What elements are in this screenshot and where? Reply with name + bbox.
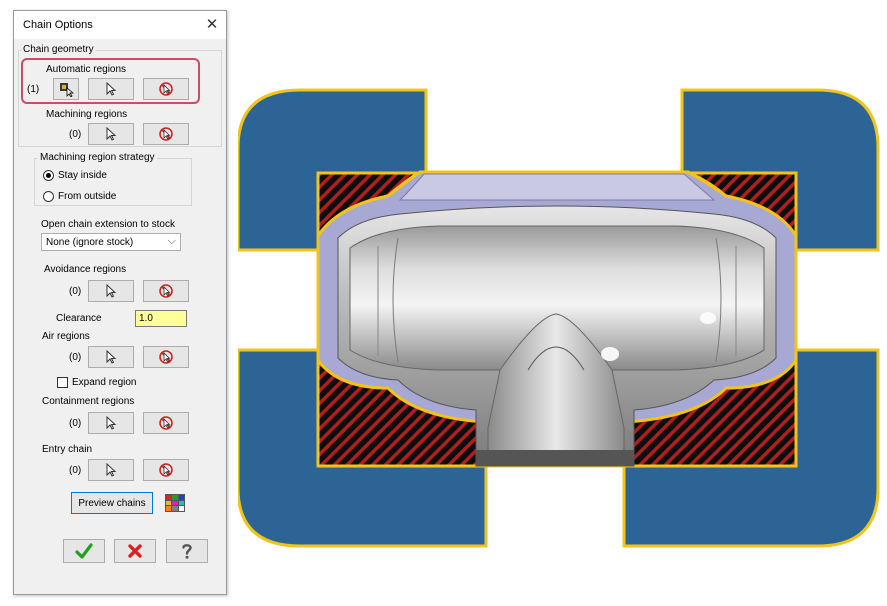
dialog-titlebar[interactable]: Chain Options ✕ [14, 11, 226, 39]
stay-inside-radio[interactable] [43, 170, 54, 181]
automatic-regions-select-button[interactable] [88, 78, 134, 100]
chain-options-dialog: Chain Options ✕ Chain geometry Automatic… [13, 10, 227, 595]
machining-regions-clear-button[interactable] [143, 123, 189, 145]
stay-inside-label: Stay inside [58, 170, 107, 181]
avoidance-regions-select-button[interactable] [88, 280, 134, 302]
color-grid-icon[interactable] [165, 494, 185, 512]
preview-chains-button[interactable]: Preview chains [71, 492, 153, 514]
arrow-select-icon [106, 350, 117, 364]
arrow-select-icon [106, 284, 117, 298]
automatic-regions-clear-button[interactable] [143, 78, 189, 100]
arrow-select-icon [106, 127, 117, 141]
clear-selection-icon [159, 463, 173, 477]
air-regions-clear-button[interactable] [143, 346, 189, 368]
containment-regions-count: (0) [69, 418, 82, 429]
from-outside-label: From outside [58, 191, 117, 202]
entry-chain-label: Entry chain [42, 444, 93, 455]
open-chain-extension-select[interactable]: None (ignore stock) ⌵ [41, 233, 181, 251]
dialog-title: Chain Options [23, 19, 93, 31]
machining-regions-count: (0) [69, 129, 82, 140]
air-regions-count: (0) [69, 352, 82, 363]
question-mark-icon [182, 544, 192, 559]
clear-selection-icon [159, 82, 173, 96]
entry-chain-clear-button[interactable] [143, 459, 189, 481]
air-regions-select-button[interactable] [88, 346, 134, 368]
machining-regions-select-button[interactable] [88, 123, 134, 145]
open-chain-extension-value: None (ignore stock) [46, 237, 134, 248]
arrow-select-icon [106, 416, 117, 430]
clearance-label: Clearance [56, 313, 102, 324]
machining-regions-label: Machining regions [46, 109, 128, 120]
containment-regions-label: Containment regions [42, 396, 135, 407]
automatic-regions-count: (1) [27, 84, 40, 95]
help-button[interactable] [166, 539, 208, 563]
automatic-regions-label: Automatic regions [46, 64, 127, 75]
expand-region-label: Expand region [72, 377, 137, 388]
cad-viewport[interactable] [236, 88, 880, 550]
clear-selection-icon [159, 416, 173, 430]
from-outside-radio[interactable] [43, 191, 54, 202]
avoidance-regions-count: (0) [69, 286, 82, 297]
clear-selection-icon [159, 127, 173, 141]
air-regions-label: Air regions [42, 331, 90, 342]
checkmark-icon [75, 543, 93, 559]
cancel-button[interactable] [114, 539, 156, 563]
machining-region-strategy-label: Machining region strategy [38, 152, 157, 163]
entry-chain-select-button[interactable] [88, 459, 134, 481]
containment-regions-clear-button[interactable] [143, 412, 189, 434]
red-x-icon [128, 544, 142, 558]
auto-region-select-icon [60, 83, 74, 97]
clear-selection-icon [159, 350, 173, 364]
avoidance-regions-clear-button[interactable] [143, 280, 189, 302]
avoidance-regions-label: Avoidance regions [44, 264, 127, 275]
automatic-regions-auto-button[interactable] [53, 78, 79, 100]
chain-geometry-label: Chain geometry [21, 44, 96, 55]
containment-regions-select-button[interactable] [88, 412, 134, 434]
arrow-select-icon [106, 82, 117, 96]
clear-selection-icon [159, 284, 173, 298]
close-button[interactable]: ✕ [202, 15, 222, 35]
arrow-select-icon [106, 463, 117, 477]
clearance-input[interactable]: 1.0 [135, 310, 187, 327]
open-chain-extension-label: Open chain extension to stock [41, 219, 175, 230]
ok-button[interactable] [63, 539, 105, 563]
expand-region-checkbox[interactable] [57, 377, 68, 388]
chevron-down-icon: ⌵ [167, 235, 176, 247]
entry-chain-count: (0) [69, 465, 82, 476]
part-render [236, 88, 880, 548]
